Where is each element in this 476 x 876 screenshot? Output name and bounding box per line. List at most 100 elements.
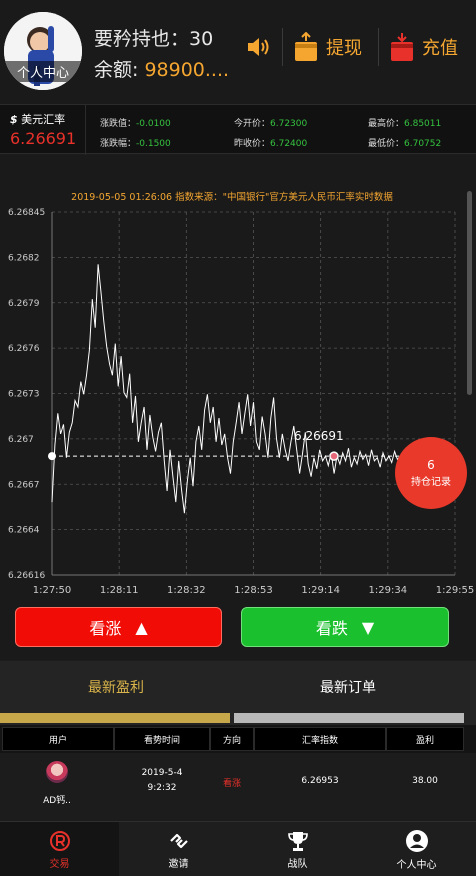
arrow-down-icon: ▼ bbox=[361, 617, 375, 637]
change-value-number: -0.0100 bbox=[136, 119, 171, 129]
chart-scrollbar bbox=[467, 191, 472, 395]
x-tick-label: 1:28:32 bbox=[167, 585, 206, 596]
y-tick-label: 6.26845 bbox=[8, 208, 45, 218]
high-price: 最高价：6.85011 bbox=[368, 116, 441, 129]
current-price-start-dot bbox=[48, 452, 56, 461]
change-rate: 涨跌幅：-0.1500 bbox=[100, 136, 171, 149]
arrow-up-icon: ▲ bbox=[135, 617, 148, 637]
header-divider bbox=[282, 28, 283, 66]
dollar-icon: $ bbox=[10, 113, 18, 126]
current-price: 6.26691 bbox=[10, 129, 77, 148]
y-tick-label: 6.2667 bbox=[8, 480, 40, 490]
buy-down-button[interactable]: 看跌 ▼ bbox=[241, 607, 449, 647]
deposit-icon bbox=[391, 33, 413, 61]
position-record-badge[interactable]: 6 持仓记录 bbox=[395, 437, 467, 509]
link-icon bbox=[169, 833, 188, 848]
x-tick-label: 1:29:34 bbox=[369, 585, 408, 596]
row-profit: 38.00 bbox=[412, 776, 438, 786]
low-price: 最低价：6.70752 bbox=[368, 136, 441, 149]
nav-trade-label: 交易 bbox=[49, 858, 70, 870]
change-rate-label: 涨跌幅： bbox=[100, 139, 137, 149]
nav-invite-label: 邀请 bbox=[168, 858, 189, 870]
open-label: 今开价： bbox=[234, 119, 271, 129]
nav-profile[interactable]: 个人中心 bbox=[357, 822, 476, 876]
low-number: 6.70752 bbox=[404, 139, 442, 149]
y-tick-label: 6.2673 bbox=[8, 390, 40, 400]
open-price: 今开价：6.72300 bbox=[234, 116, 307, 129]
y-tick-label: 6.2664 bbox=[8, 526, 40, 536]
row-rate: 6.26953 bbox=[301, 776, 339, 786]
y-tick-label: 6.2682 bbox=[8, 253, 40, 263]
trophy-icon bbox=[287, 831, 308, 851]
sound-icon[interactable] bbox=[246, 36, 272, 58]
user-icon bbox=[405, 829, 428, 852]
y-tick-label: 6.2676 bbox=[8, 344, 40, 354]
column-header-user: 用户 bbox=[2, 727, 114, 751]
change-rate-number: -0.1500 bbox=[136, 139, 171, 149]
table-row: AD钙.. 2019-5-4 9:2:32 看涨 6.26953 38.00 bbox=[0, 753, 476, 821]
chart-area[interactable]: 2019-05-05 01:26:06 指数来源："中国银行"官方美元人民币汇率… bbox=[0, 155, 476, 605]
buy-up-button[interactable]: 看涨 ▲ bbox=[15, 607, 222, 647]
registered-icon bbox=[49, 830, 70, 851]
table-header: 用户 看势时间 方向 汇率指数 盈利 bbox=[0, 725, 476, 753]
header-divider bbox=[378, 28, 379, 66]
y-tick-label: 6.2679 bbox=[8, 299, 40, 309]
rate-box: $ 美元汇率 6.26691 bbox=[0, 105, 86, 155]
avatar[interactable]: 个人中心 bbox=[4, 12, 82, 90]
withdraw-button[interactable]: 提现 bbox=[294, 28, 362, 66]
avatar-label[interactable]: 个人中心 bbox=[4, 61, 82, 82]
nav-team-label: 战队 bbox=[287, 858, 308, 870]
row-user: AD钙.. bbox=[43, 796, 71, 806]
change-value: 涨跌值：-0.0100 bbox=[100, 116, 171, 129]
quote-bar: $ 美元汇率 6.26691 涨跌值：-0.0100 涨跌幅：-0.1500 今… bbox=[0, 104, 476, 155]
change-value-label: 涨跌值： bbox=[100, 119, 137, 129]
username: 要矜持也：30 bbox=[94, 28, 214, 50]
high-label: 最高价： bbox=[368, 119, 405, 129]
low-label: 最低价： bbox=[368, 139, 405, 149]
nav-invite[interactable]: 邀请 bbox=[119, 822, 238, 876]
bottom-nav: 交易 邀请 战队 个人中心 bbox=[0, 821, 476, 876]
column-header-direction: 方向 bbox=[210, 727, 254, 751]
balance-label: 余额: bbox=[94, 59, 139, 81]
column-header-time: 看势时间 bbox=[114, 727, 210, 751]
tab-latest-orders[interactable]: 最新订单 bbox=[232, 661, 464, 713]
balance: 余额: 98900.... bbox=[94, 55, 229, 82]
currency-name: 美元汇率 bbox=[21, 113, 66, 126]
prev-close-number: 6.72400 bbox=[270, 139, 308, 149]
tab-indicator-orders bbox=[234, 713, 464, 723]
nav-trade[interactable]: 交易 bbox=[0, 822, 119, 876]
balance-value: 98900.... bbox=[144, 59, 230, 81]
nav-profile-label: 个人中心 bbox=[396, 859, 437, 871]
tabs: 最新盈利 最新订单 bbox=[0, 661, 476, 725]
current-price-label: 6.26691 bbox=[294, 429, 344, 443]
y-tick-label: 6.267 bbox=[8, 435, 34, 445]
badge-count[interactable]: 6 bbox=[427, 458, 435, 472]
column-header-rate: 汇率指数 bbox=[254, 727, 386, 751]
high-number: 6.85011 bbox=[404, 119, 442, 129]
trade-row: 看涨 ▲ 看跌 ▼ bbox=[0, 605, 476, 660]
withdraw-label: 提现 bbox=[326, 38, 362, 59]
deposit-button[interactable]: 充值 bbox=[390, 28, 458, 66]
x-tick-label: 1:27:50 bbox=[33, 585, 72, 596]
badge-label[interactable]: 持仓记录 bbox=[411, 475, 451, 488]
header: 个人中心 要矜持也：30 余额: 98900.... 提现 充值 bbox=[0, 0, 476, 104]
tab-latest-profit[interactable]: 最新盈利 bbox=[0, 661, 232, 713]
x-tick-label: 1:28:53 bbox=[234, 585, 273, 596]
prev-close-label: 昨收价： bbox=[234, 139, 271, 149]
x-tick-label: 1:28:11 bbox=[100, 585, 139, 596]
row-time: 9:2:32 bbox=[147, 783, 177, 793]
open-number: 6.72300 bbox=[270, 119, 308, 129]
badge-circle[interactable] bbox=[395, 437, 467, 509]
chart-title: 2019-05-05 01:26:06 指数来源："中国银行"官方美元人民币汇率… bbox=[71, 191, 393, 203]
withdraw-icon bbox=[295, 32, 317, 61]
y-tick-label: 6.26616 bbox=[8, 571, 45, 581]
current-price-dot bbox=[329, 451, 339, 461]
tab-indicator-profit bbox=[0, 713, 230, 723]
x-tick-label: 1:29:14 bbox=[301, 585, 340, 596]
row-direction: 看涨 bbox=[222, 779, 241, 789]
nav-team[interactable]: 战队 bbox=[238, 822, 357, 876]
rate-name: $ 美元汇率 bbox=[10, 111, 85, 127]
column-header-profit: 盈利 bbox=[386, 727, 464, 751]
x-tick-label: 1:29:55 bbox=[436, 585, 475, 596]
price-chart[interactable]: 2019-05-05 01:26:06 指数来源："中国银行"官方美元人民币汇率… bbox=[0, 155, 476, 605]
